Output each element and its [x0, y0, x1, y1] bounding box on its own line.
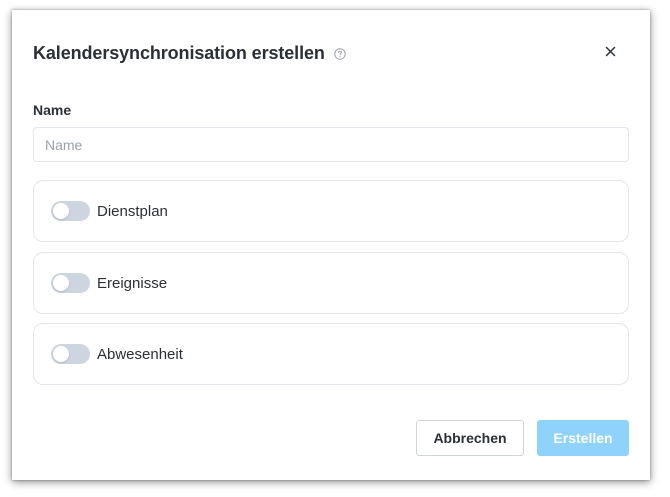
close-x-icon — [605, 44, 616, 62]
calendar-sync-dialog: Kalendersynchronisation erstellen Name D… — [12, 10, 650, 480]
abwesenheit-toggle[interactable] — [51, 344, 90, 364]
dienstplan-toggle[interactable] — [51, 201, 90, 221]
cancel-button[interactable]: Abbrechen — [416, 420, 524, 456]
close-button[interactable] — [600, 43, 620, 63]
sync-option-dienstplan: Dienstplan — [33, 180, 629, 242]
name-field-label: Name — [33, 102, 72, 118]
toggle-knob — [53, 275, 69, 291]
abwesenheit-label: Abwesenheit — [97, 345, 183, 363]
create-button[interactable]: Erstellen — [537, 420, 629, 456]
dienstplan-label: Dienstplan — [97, 202, 168, 220]
sync-option-ereignisse: Ereignisse — [33, 252, 629, 314]
question-circle-icon[interactable] — [334, 47, 346, 60]
dialog-header: Kalendersynchronisation erstellen — [33, 41, 346, 65]
ereignisse-label: Ereignisse — [97, 274, 168, 292]
toggle-knob — [53, 346, 69, 362]
dialog-title: Kalendersynchronisation erstellen — [33, 42, 325, 63]
name-input[interactable] — [33, 127, 629, 162]
sync-option-abwesenheit: Abwesenheit — [33, 323, 629, 385]
toggle-knob — [53, 203, 69, 219]
ereignisse-toggle[interactable] — [51, 273, 90, 293]
